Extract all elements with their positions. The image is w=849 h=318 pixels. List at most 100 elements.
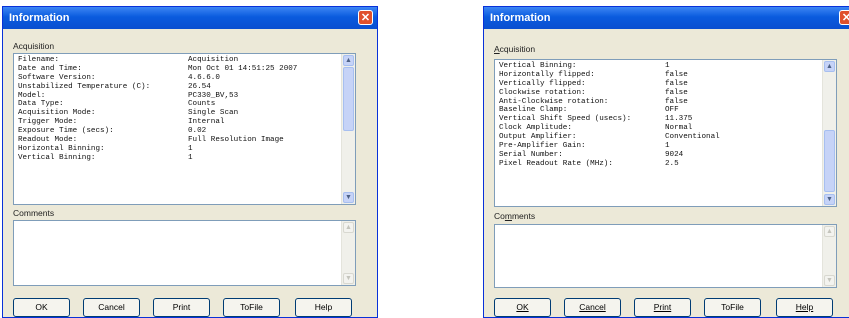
info-value: 4.6.6.0 xyxy=(188,73,220,82)
info-row: Output Amplifier: Conventional xyxy=(499,133,820,142)
info-row: Software Version: 4.6.6.0 xyxy=(18,74,339,83)
info-value: 1 xyxy=(665,142,670,151)
info-value: 26.54 xyxy=(188,82,211,91)
chevron-up-icon: ▲ xyxy=(345,224,352,231)
vertical-scrollbar[interactable]: ▲ ▼ xyxy=(341,54,355,204)
info-row: Pixel Readout Rate (MHz): 2.5 xyxy=(499,160,820,169)
chevron-up-icon: ▲ xyxy=(345,57,352,64)
info-value: OFF xyxy=(665,106,679,115)
comments-label: Comments xyxy=(13,208,55,218)
ok-button[interactable]: OK xyxy=(13,298,70,317)
scroll-thumb[interactable] xyxy=(824,130,835,192)
info-value: false xyxy=(665,79,688,88)
info-row: Anti-Clockwise rotation: false xyxy=(499,98,820,107)
ok-button[interactable]: OK xyxy=(494,298,551,317)
title-bar[interactable]: Information ✕ xyxy=(3,7,377,29)
scroll-up-button[interactable]: ▲ xyxy=(824,61,835,72)
info-row: Vertically flipped: false xyxy=(499,80,820,89)
info-key: Clock Amplitude: xyxy=(499,124,572,133)
comments-label: Comments xyxy=(494,211,536,221)
info-key: Vertically flipped: xyxy=(499,79,586,88)
close-button[interactable]: ✕ xyxy=(358,10,373,25)
comments-scrollbar[interactable]: ▲ ▼ xyxy=(822,225,836,287)
help-button[interactable]: Help xyxy=(295,298,352,317)
scroll-down-button[interactable]: ▼ xyxy=(824,194,835,205)
chevron-down-icon: ▼ xyxy=(345,275,352,282)
chevron-down-icon: ▼ xyxy=(345,194,352,201)
acquisition-listbox[interactable]: Filename: Acquisition Date and Time: Mon Oc… xyxy=(13,53,356,205)
info-key: Pixel Readout Rate (MHz): xyxy=(499,159,613,168)
acquisition-lines: Filename: Acquisition Date and Time: Mon Oc… xyxy=(18,56,339,163)
info-value: false xyxy=(665,97,688,106)
information-dialog-right: Information ✕ Acquisition Vertical Binni… xyxy=(483,6,849,318)
close-button[interactable]: ✕ xyxy=(839,10,849,25)
info-key: Acquisition Mode: xyxy=(18,109,96,118)
help-button[interactable]: Help xyxy=(776,298,833,317)
comments-textarea[interactable]: ▲ ▼ xyxy=(13,220,356,286)
info-row: Readout Mode: Full Resolution Image xyxy=(18,136,339,145)
info-value: PC330_BV,53 xyxy=(188,91,239,100)
acquisition-listbox[interactable]: Vertical Binning: 1 Horizontally flipped: f… xyxy=(494,59,837,207)
info-value: 1 xyxy=(665,62,670,70)
scroll-up-button[interactable]: ▲ xyxy=(343,55,354,66)
info-key: Readout Mode: xyxy=(18,136,78,145)
acquisition-label: Acquisition xyxy=(494,44,536,54)
tofile-button[interactable]: ToFile xyxy=(704,298,761,317)
comments-scroll-up-button[interactable]: ▲ xyxy=(343,222,354,233)
info-value: 1 xyxy=(188,144,193,153)
info-key: Baseline Clamp: xyxy=(499,106,568,115)
scroll-down-button[interactable]: ▼ xyxy=(343,192,354,203)
cancel-button[interactable]: Cancel xyxy=(564,298,621,317)
info-row: Vertical Binning: 1 xyxy=(499,62,820,71)
info-value: 1 xyxy=(188,153,193,162)
acquisition-label: Acquisition xyxy=(13,41,55,51)
title-bar[interactable]: Information ✕ xyxy=(484,7,849,29)
cancel-label: Cancel xyxy=(579,302,606,312)
info-value: Acquisition xyxy=(188,56,239,64)
info-value: false xyxy=(665,88,688,97)
info-row: Vertical Shift Speed (usecs): 11.375 xyxy=(499,115,820,124)
info-row: Baseline Clamp: OFF xyxy=(499,106,820,115)
info-value: false xyxy=(665,70,688,79)
chevron-up-icon: ▲ xyxy=(826,228,833,235)
info-value: 0.02 xyxy=(188,127,207,136)
comments-scroll-up-button[interactable]: ▲ xyxy=(824,226,835,237)
cancel-button[interactable]: Cancel xyxy=(83,298,140,317)
acquisition-lines: Vertical Binning: 1 Horizontally flipped: f… xyxy=(499,62,820,169)
info-key: Horizontal Binning: xyxy=(18,144,105,153)
info-key: Serial Number: xyxy=(499,150,563,159)
info-row: Vertical Binning: 1 xyxy=(18,154,339,163)
print-button[interactable]: Print xyxy=(153,298,210,317)
info-row: Pre-Amplifier Gain: 1 xyxy=(499,142,820,151)
info-key: Pre-Amplifier Gain: xyxy=(499,142,586,151)
info-row: Horizontally flipped: false xyxy=(499,71,820,80)
info-value: 9024 xyxy=(665,150,684,159)
comments-textarea[interactable]: ▲ ▼ xyxy=(494,224,837,288)
print-button[interactable]: Print xyxy=(634,298,691,317)
info-row: Exposure Time (secs): 0.02 xyxy=(18,127,339,136)
window-title: Information xyxy=(9,12,70,24)
window-title: Information xyxy=(490,12,551,24)
info-row: Horizontal Binning: 1 xyxy=(18,145,339,154)
info-value: 2.5 xyxy=(665,159,679,168)
tofile-button[interactable]: ToFile xyxy=(223,298,280,317)
information-dialog-left: Information ✕ Acquisition Filename: Acqui… xyxy=(2,6,378,318)
chevron-up-icon: ▲ xyxy=(826,63,833,70)
comments-scrollbar[interactable]: ▲ ▼ xyxy=(341,221,355,285)
info-key: Date and Time: xyxy=(18,64,82,73)
info-key: Data Type: xyxy=(18,100,64,109)
comments-scroll-down-button[interactable]: ▼ xyxy=(343,273,354,284)
info-value: Single Scan xyxy=(188,109,239,118)
vertical-scrollbar[interactable]: ▲ ▼ xyxy=(822,60,836,206)
info-row: Model: PC330_BV,53 xyxy=(18,92,339,101)
chevron-down-icon: ▼ xyxy=(826,277,833,284)
scroll-thumb[interactable] xyxy=(343,67,354,131)
info-value: Normal xyxy=(665,124,693,133)
comments-scroll-down-button[interactable]: ▼ xyxy=(824,275,835,286)
info-row: Serial Number: 9024 xyxy=(499,151,820,160)
info-value: Counts xyxy=(188,100,216,109)
close-icon: ✕ xyxy=(842,12,849,24)
info-key: Exposure Time (secs): xyxy=(18,127,114,136)
info-key: Vertical Binning: xyxy=(499,62,577,70)
chevron-down-icon: ▼ xyxy=(826,196,833,203)
